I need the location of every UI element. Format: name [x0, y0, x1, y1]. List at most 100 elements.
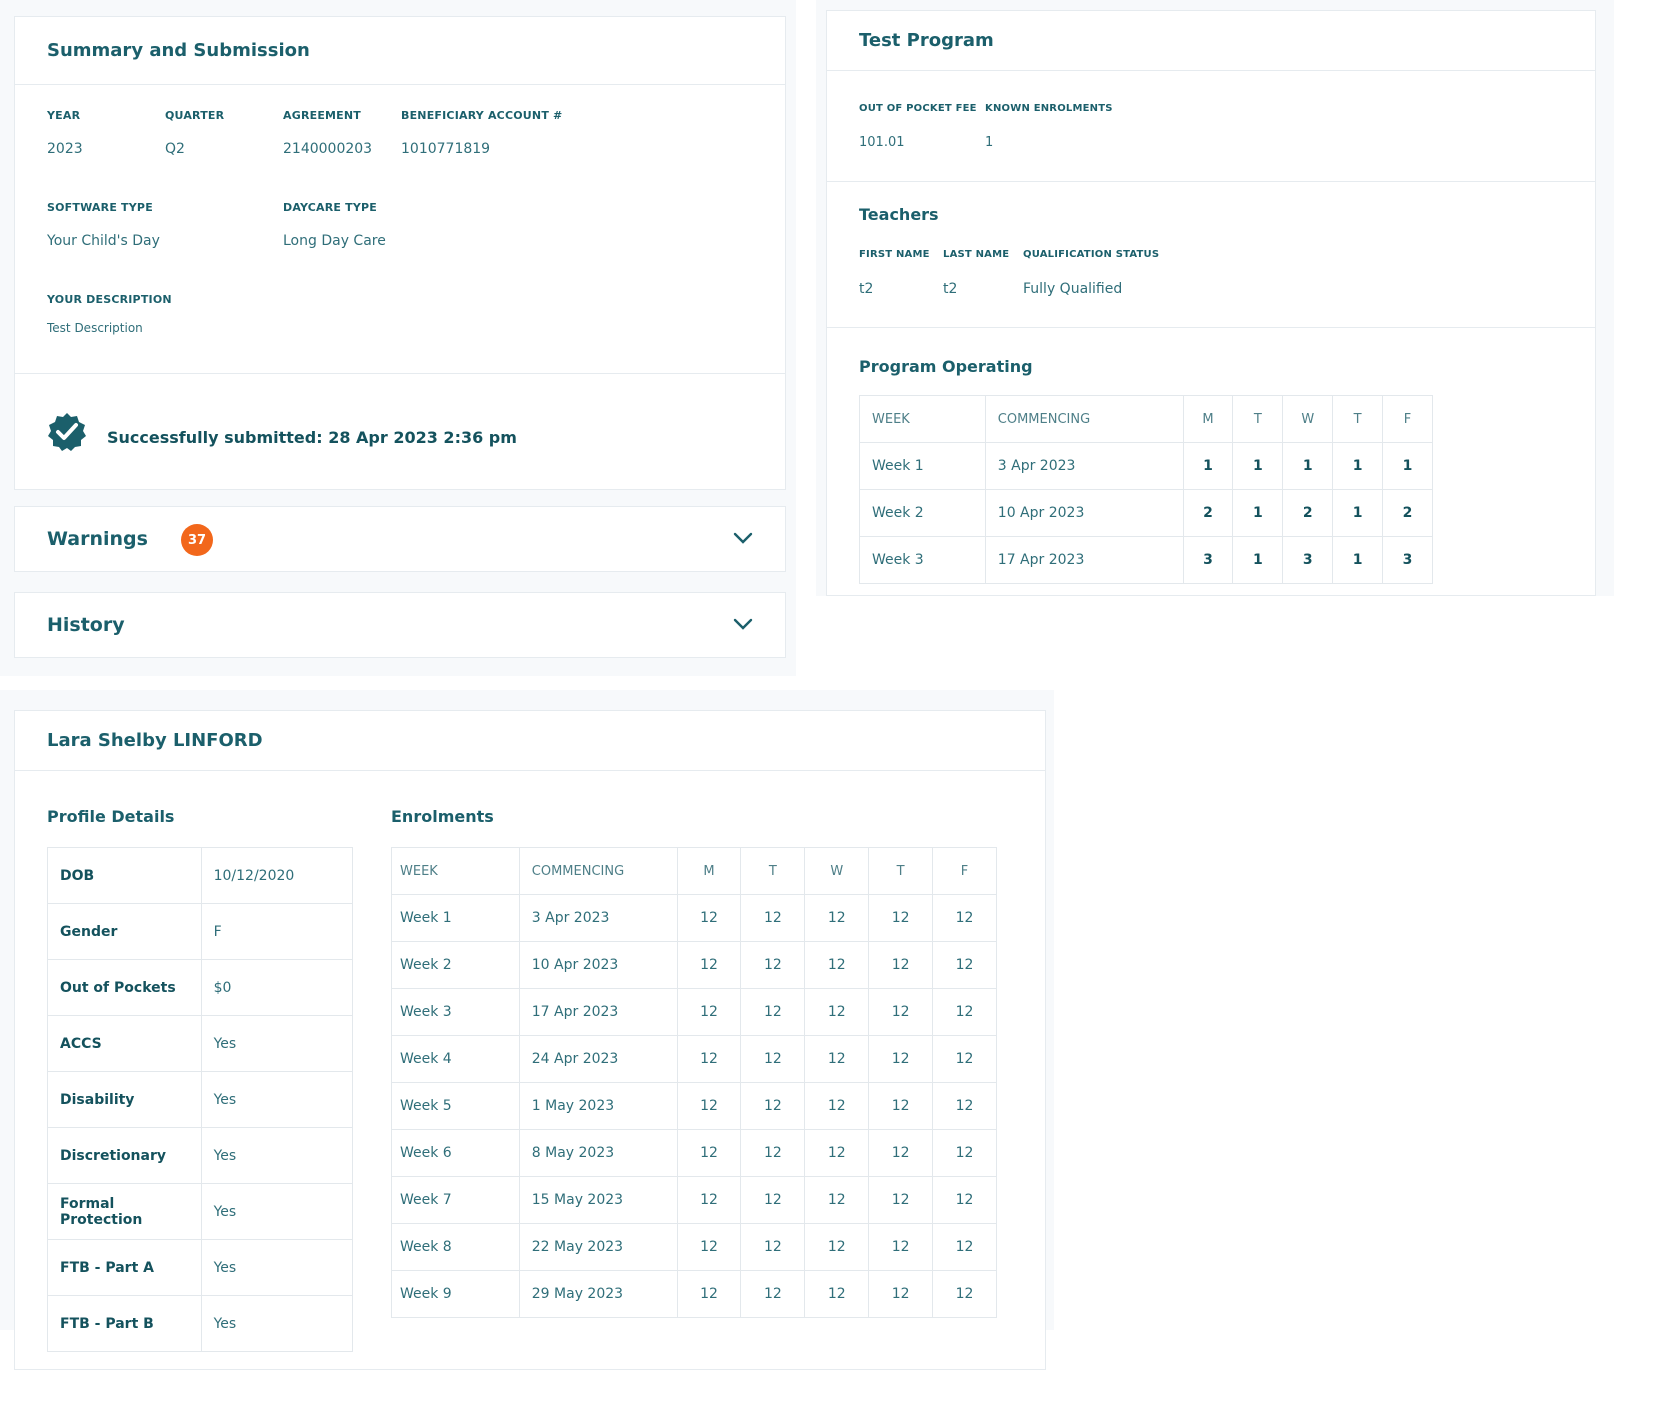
fri-cell: 12: [932, 1082, 997, 1130]
fri-cell: 12: [932, 1035, 997, 1083]
profile-value: 10/12/2020: [200, 847, 354, 904]
fri-cell: 12: [932, 894, 997, 942]
profile-key: Formal Protection: [47, 1183, 202, 1240]
thu-cell: 12: [868, 1223, 934, 1271]
week-cell: Week 8: [391, 1223, 520, 1271]
commencing-cell: 15 May 2023: [518, 1176, 678, 1224]
commencing-cell: 24 Apr 2023: [518, 1035, 678, 1083]
fee-value: 101.01: [859, 135, 905, 150]
history-accordion[interactable]: History: [14, 592, 786, 658]
col-fri: F: [932, 847, 997, 895]
table-header-row: WEEK COMMENCING M T W T F: [391, 847, 997, 895]
profile-value: Yes: [200, 1127, 354, 1184]
last-name-header: LAST NAME: [943, 249, 1010, 260]
mon-cell: 12: [676, 1270, 742, 1318]
col-thu: T: [868, 847, 934, 895]
table-header-row: WEEK COMMENCING M T W T F: [859, 395, 1433, 443]
week-cell: Week 3: [391, 988, 520, 1036]
fri-cell: 12: [932, 941, 997, 989]
program-title: Test Program: [859, 30, 994, 51]
profile-key: DOB: [47, 847, 202, 904]
commencing-cell: 22 May 2023: [518, 1223, 678, 1271]
profile-key: Out of Pockets: [47, 959, 202, 1016]
summary-header: Summary and Submission: [15, 17, 785, 85]
week-cell: Week 5: [391, 1082, 520, 1130]
mon-cell: 12: [676, 1035, 742, 1083]
profile-value: Yes: [200, 1295, 354, 1352]
profile-value: F: [200, 903, 354, 960]
profile-value: $0: [200, 959, 354, 1016]
col-week: WEEK: [859, 395, 986, 443]
week-cell: Week 3: [859, 536, 986, 584]
chevron-down-icon[interactable]: [733, 617, 753, 631]
chevron-down-icon[interactable]: [733, 531, 753, 545]
enrolments-table: WEEK COMMENCING M T W T F Week 13 Apr 20…: [391, 847, 997, 1318]
quarter-value: Q2: [165, 141, 185, 157]
profile-row: Disability Yes: [47, 1071, 354, 1128]
thu-cell: 12: [868, 1270, 934, 1318]
thu-cell: 1: [1332, 442, 1384, 490]
profile-row: Discretionary Yes: [47, 1127, 354, 1184]
week-cell: Week 7: [391, 1176, 520, 1224]
program-card: Test Program OUT OF POCKET FEE 101.01 KN…: [826, 10, 1596, 596]
col-wed: W: [804, 847, 870, 895]
daycare-label: DAYCARE TYPE: [283, 201, 378, 214]
mon-cell: 12: [676, 1129, 742, 1177]
wed-cell: 12: [804, 1223, 870, 1271]
divider: [827, 327, 1595, 328]
commencing-cell: 1 May 2023: [518, 1082, 678, 1130]
profile-value: Yes: [200, 1239, 354, 1296]
table-row: Week 4 24 Apr 2023 12 12 12 12 12: [391, 1035, 997, 1083]
tue-cell: 12: [740, 1129, 806, 1177]
profile-value: Yes: [200, 1071, 354, 1128]
table-row: Week 8 22 May 2023 12 12 12 12 12: [391, 1223, 997, 1271]
tue-cell: 12: [740, 988, 806, 1036]
week-cell: Week 9: [391, 1270, 520, 1318]
wed-cell: 2: [1282, 489, 1334, 537]
tue-cell: 12: [740, 1223, 806, 1271]
table-row: Week 7 15 May 2023 12 12 12 12 12: [391, 1176, 997, 1224]
commencing-cell: 17 Apr 2023: [518, 988, 678, 1036]
tue-cell: 1: [1232, 536, 1284, 584]
fri-cell: 12: [932, 1129, 997, 1177]
col-week: WEEK: [391, 847, 520, 895]
year-label: YEAR: [47, 109, 81, 122]
teachers-title: Teachers: [859, 205, 939, 224]
wed-cell: 12: [804, 988, 870, 1036]
wed-cell: 3: [1282, 536, 1334, 584]
first-name-header: FIRST NAME: [859, 249, 930, 260]
tue-cell: 12: [740, 1270, 806, 1318]
fri-cell: 2: [1382, 489, 1433, 537]
fri-cell: 12: [932, 988, 997, 1036]
col-commencing: COMMENCING: [984, 395, 1184, 443]
profile-key: Disability: [47, 1071, 202, 1128]
profile-row: FTB - Part A Yes: [47, 1239, 354, 1296]
commencing-cell: 3 Apr 2023: [984, 442, 1184, 490]
table-row: Week 2 10 Apr 2023 2 1 2 1 2: [859, 489, 1433, 537]
commencing-cell: 10 Apr 2023: [984, 489, 1184, 537]
warnings-title: Warnings: [47, 528, 148, 550]
teacher-first-name: t2: [859, 281, 874, 297]
table-row: Week 9 29 May 2023 12 12 12 12 12: [391, 1270, 997, 1318]
commencing-cell: 3 Apr 2023: [518, 894, 678, 942]
warnings-count-badge: 37: [181, 524, 213, 556]
thu-cell: 1: [1332, 536, 1384, 584]
profile-row: DOB 10/12/2020: [47, 847, 354, 904]
mon-cell: 12: [676, 988, 742, 1036]
wed-cell: 12: [804, 1129, 870, 1177]
col-commencing: COMMENCING: [518, 847, 678, 895]
quarter-label: QUARTER: [165, 109, 225, 122]
table-row: Week 13 Apr 2023 12 12 12 12 12: [391, 894, 997, 942]
tue-cell: 12: [740, 941, 806, 989]
tue-cell: 12: [740, 1082, 806, 1130]
table-row: Week 3 17 Apr 2023 3 1 3 1 3: [859, 536, 1433, 584]
warnings-accordion[interactable]: Warnings 37: [14, 506, 786, 572]
mon-cell: 12: [676, 1223, 742, 1271]
tue-cell: 12: [740, 1176, 806, 1224]
profile-row: FTB - Part B Yes: [47, 1295, 354, 1352]
fee-label: OUT OF POCKET FEE: [859, 103, 977, 114]
child-card: Lara Shelby LINFORD Profile Details Enro…: [14, 710, 1046, 1370]
software-value: Your Child's Day: [47, 233, 160, 249]
thu-cell: 12: [868, 941, 934, 989]
submission-status: Successfully submitted: 28 Apr 2023 2:36…: [15, 373, 785, 489]
